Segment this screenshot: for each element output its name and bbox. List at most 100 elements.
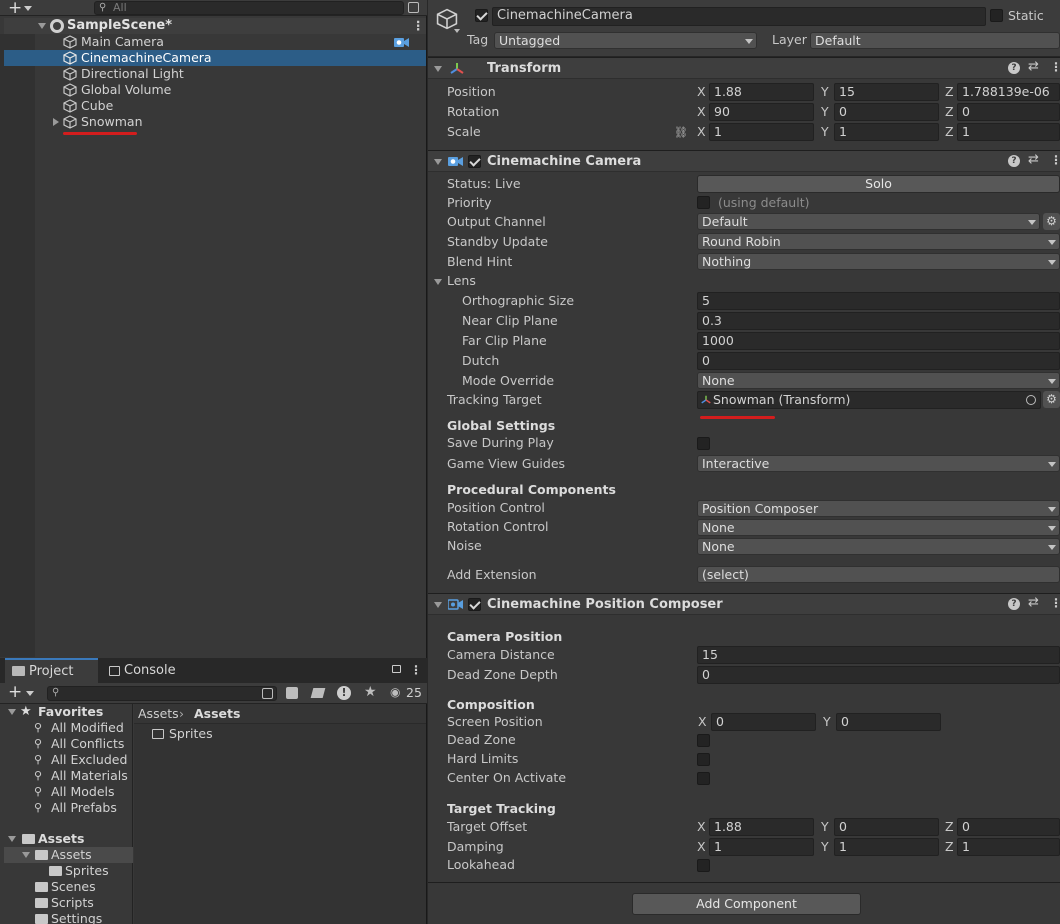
position-x-field[interactable]: 1.88 bbox=[709, 83, 814, 101]
folder-item[interactable]: Scripts bbox=[4, 895, 133, 911]
position-composer-header[interactable]: Cinemachine Position Composer ? ⇄ ⋮ bbox=[428, 593, 1060, 615]
output-channel-dropdown[interactable]: Default bbox=[697, 213, 1040, 230]
foldout-open-icon[interactable] bbox=[22, 852, 30, 858]
favorite-item[interactable]: ⚲ All Models bbox=[4, 784, 133, 800]
object-name-field[interactable]: CinemachineCamera bbox=[492, 7, 986, 26]
scale-y-field[interactable]: 1 bbox=[834, 123, 939, 141]
more-options-icon[interactable]: ⋮ bbox=[1050, 153, 1060, 167]
lens-label[interactable]: Lens bbox=[447, 273, 476, 289]
star-icon[interactable]: ★ bbox=[364, 684, 377, 700]
active-checkbox[interactable] bbox=[475, 9, 488, 22]
orthographic-size-field[interactable]: 5 bbox=[697, 292, 1060, 310]
hierarchy-item-selected[interactable]: CinemachineCamera bbox=[4, 50, 426, 66]
asset-item[interactable]: Sprites bbox=[152, 726, 272, 742]
label-icon[interactable] bbox=[310, 688, 326, 698]
search-popout-icon[interactable] bbox=[262, 688, 273, 699]
preset-icon[interactable]: ⇄ bbox=[1028, 595, 1039, 610]
search-by-type-icon[interactable] bbox=[286, 687, 298, 699]
screen-position-x-field[interactable]: 0 bbox=[711, 713, 816, 731]
foldout-closed-icon[interactable] bbox=[53, 118, 59, 126]
component-enabled-checkbox[interactable] bbox=[468, 598, 481, 611]
hierarchy-item[interactable]: Snowman bbox=[4, 114, 426, 130]
solo-button[interactable]: Solo bbox=[697, 175, 1060, 193]
add-component-button[interactable]: Add Component bbox=[632, 893, 861, 915]
tab-console[interactable]: Console bbox=[106, 658, 196, 684]
damping-z-field[interactable]: 1 bbox=[957, 838, 1060, 856]
hierarchy-item[interactable]: Directional Light bbox=[4, 66, 426, 82]
foldout-open-icon[interactable] bbox=[434, 159, 442, 165]
chevron-down-icon[interactable] bbox=[454, 29, 460, 33]
project-search-input[interactable]: ⚲ bbox=[47, 686, 277, 701]
rotation-y-field[interactable]: 0 bbox=[834, 103, 939, 121]
lens-foldout-icon[interactable] bbox=[434, 279, 442, 285]
help-icon[interactable]: ? bbox=[1008, 155, 1020, 167]
foldout-open-icon[interactable] bbox=[8, 709, 16, 715]
object-picker-icon[interactable] bbox=[1026, 395, 1036, 405]
folder-item[interactable]: Sprites bbox=[4, 863, 133, 879]
folder-item-selected[interactable]: Assets bbox=[4, 847, 133, 863]
link-scale-icon[interactable]: ⛓ bbox=[674, 126, 688, 139]
warning-filter-icon[interactable]: ! bbox=[337, 686, 351, 700]
add-icon[interactable]: + bbox=[8, 0, 22, 18]
assets-root[interactable]: Assets bbox=[4, 831, 133, 847]
lock-view-icon[interactable] bbox=[408, 2, 419, 13]
priority-checkbox[interactable] bbox=[697, 196, 710, 209]
breadcrumb-item[interactable]: Assets bbox=[138, 704, 179, 724]
layer-dropdown[interactable]: Default bbox=[810, 32, 1060, 49]
breadcrumb-item-current[interactable]: Assets bbox=[194, 704, 240, 724]
more-options-icon[interactable]: ⋮ bbox=[410, 663, 422, 677]
foldout-open-icon[interactable] bbox=[434, 66, 442, 72]
save-during-play-checkbox[interactable] bbox=[697, 437, 710, 450]
center-on-activate-checkbox[interactable] bbox=[697, 772, 710, 785]
tab-project[interactable]: Project bbox=[5, 658, 98, 684]
folder-item[interactable]: Scenes bbox=[4, 879, 133, 895]
position-z-field[interactable]: 1.788139e-06 bbox=[957, 83, 1060, 101]
dutch-field[interactable]: 0 bbox=[697, 352, 1060, 370]
far-clip-field[interactable]: 1000 bbox=[697, 332, 1060, 350]
help-icon[interactable]: ? bbox=[1008, 62, 1020, 74]
hierarchy-item[interactable]: Global Volume bbox=[4, 82, 426, 98]
dead-zone-checkbox[interactable] bbox=[697, 734, 710, 747]
game-view-guides-dropdown[interactable]: Interactive bbox=[697, 455, 1060, 472]
add-icon[interactable]: + bbox=[8, 682, 22, 702]
damping-x-field[interactable]: 1 bbox=[709, 838, 814, 856]
damping-y-field[interactable]: 1 bbox=[834, 838, 939, 856]
gear-icon[interactable]: ⚙ bbox=[1043, 213, 1060, 230]
rotation-z-field[interactable]: 0 bbox=[957, 103, 1060, 121]
chevron-down-icon[interactable] bbox=[26, 691, 34, 696]
noise-dropdown[interactable]: None bbox=[697, 538, 1060, 555]
position-y-field[interactable]: 15 bbox=[834, 83, 939, 101]
foldout-open-icon[interactable] bbox=[38, 23, 46, 29]
mode-override-dropdown[interactable]: None bbox=[697, 372, 1060, 389]
scale-x-field[interactable]: 1 bbox=[709, 123, 814, 141]
folder-item[interactable]: Settings bbox=[4, 911, 133, 924]
more-options-icon[interactable]: ⋮ bbox=[412, 18, 425, 34]
hierarchy-search-input[interactable]: ⚲ All bbox=[94, 1, 404, 15]
gear-icon[interactable]: ⚙ bbox=[1043, 391, 1060, 408]
lock-icon[interactable] bbox=[392, 665, 401, 673]
cinemachine-camera-header[interactable]: Cinemachine Camera ? ⇄ ⋮ bbox=[428, 150, 1060, 172]
tracking-target-field[interactable]: Snowman (Transform) bbox=[697, 391, 1041, 409]
target-offset-y-field[interactable]: 0 bbox=[834, 818, 939, 836]
eye-icon[interactable]: ◉ bbox=[390, 685, 400, 699]
favorite-item[interactable]: ⚲ All Materials bbox=[4, 768, 133, 784]
lookahead-checkbox[interactable] bbox=[697, 859, 710, 872]
more-options-icon[interactable]: ⋮ bbox=[1050, 60, 1060, 74]
scene-row[interactable]: SampleScene* ⋮ bbox=[4, 18, 426, 34]
near-clip-field[interactable]: 0.3 bbox=[697, 312, 1060, 330]
foldout-open-icon[interactable] bbox=[8, 836, 16, 842]
scale-z-field[interactable]: 1 bbox=[957, 123, 1060, 141]
rotation-x-field[interactable]: 90 bbox=[709, 103, 814, 121]
blend-hint-dropdown[interactable]: Nothing bbox=[697, 253, 1060, 270]
favorite-item[interactable]: ⚲ All Prefabs bbox=[4, 800, 133, 816]
favorite-item[interactable]: ⚲ All Modified bbox=[4, 720, 133, 736]
standby-update-dropdown[interactable]: Round Robin bbox=[697, 233, 1060, 250]
rotation-control-dropdown[interactable]: None bbox=[697, 519, 1060, 536]
hierarchy-item[interactable]: Cube bbox=[4, 98, 426, 114]
target-offset-z-field[interactable]: 0 bbox=[957, 818, 1060, 836]
more-options-icon[interactable]: ⋮ bbox=[1050, 596, 1060, 610]
hard-limits-checkbox[interactable] bbox=[697, 753, 710, 766]
tag-dropdown[interactable]: Untagged bbox=[494, 32, 757, 49]
screen-position-y-field[interactable]: 0 bbox=[836, 713, 941, 731]
target-offset-x-field[interactable]: 1.88 bbox=[709, 818, 814, 836]
